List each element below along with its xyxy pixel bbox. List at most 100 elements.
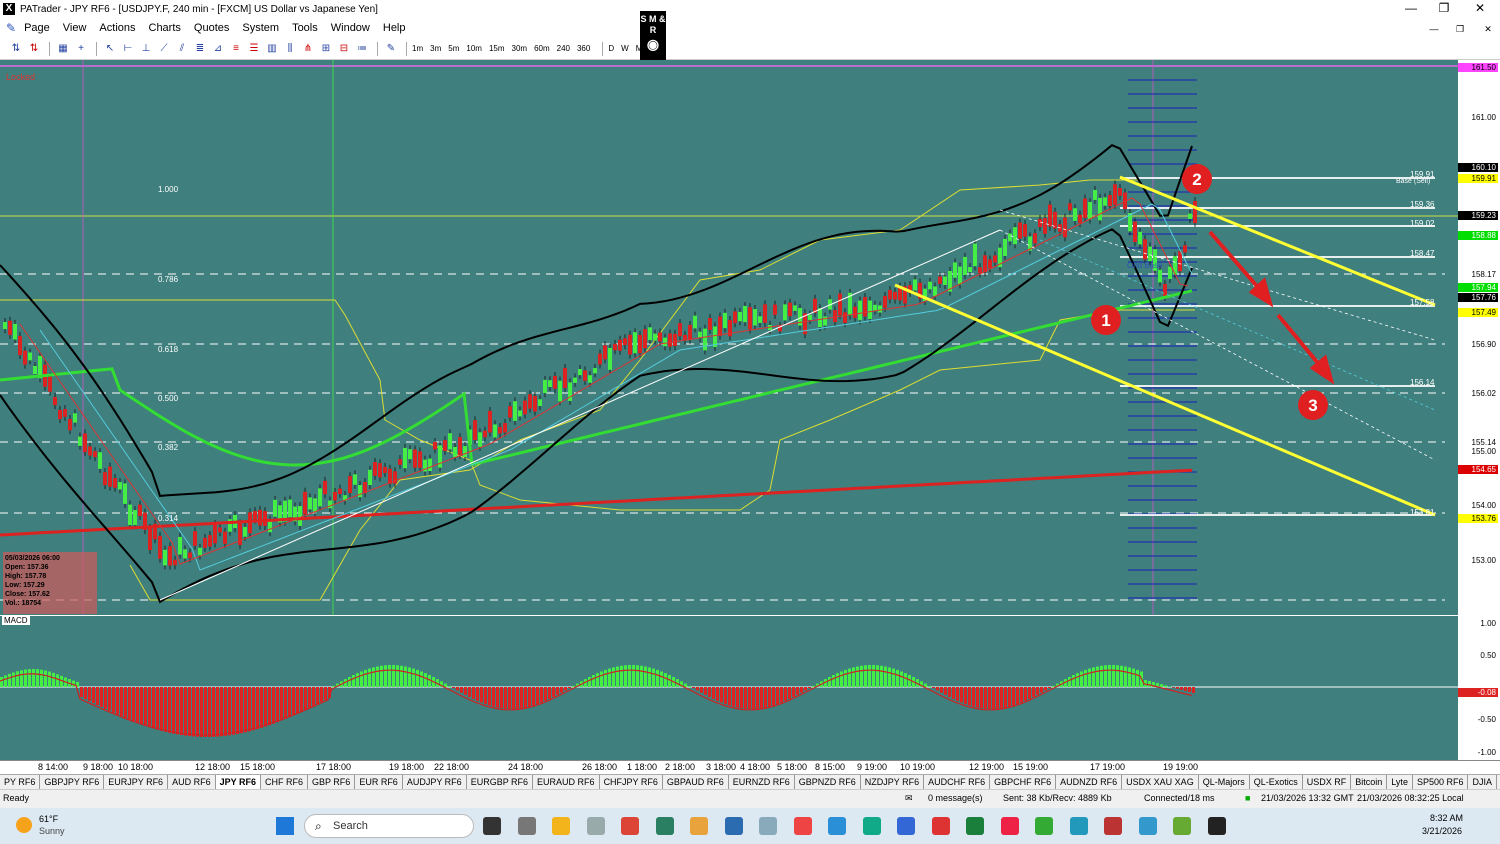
tf-w[interactable]: W [621, 44, 629, 53]
symbol-tab[interactable]: GBPAUD RF6 [663, 775, 729, 789]
menu-charts[interactable]: Charts [149, 22, 181, 34]
fib-levels-icon[interactable]: ≡ [228, 41, 244, 57]
app-icon[interactable] [1173, 817, 1191, 835]
symbol-tab[interactable]: CHFJPY RF6 [600, 775, 663, 789]
powerpoint-icon[interactable] [931, 817, 950, 835]
tf-360[interactable]: 360 [577, 44, 590, 53]
trendline-icon[interactable]: ⟋ [156, 41, 172, 57]
excel-icon[interactable] [966, 817, 984, 835]
symbol-tab[interactable]: GBPCHF RF6 [990, 775, 1057, 789]
symbol-tab[interactable]: EURNZD RF6 [729, 775, 795, 789]
crosshair-icon[interactable]: + [73, 41, 89, 57]
macd-pane[interactable]: MACD [0, 616, 1458, 760]
menu-tools[interactable]: Tools [292, 22, 318, 34]
pen-icon[interactable]: ✎ [383, 41, 399, 57]
mail-icon[interactable]: ✉ [905, 793, 913, 804]
smr-logo[interactable]: S M & R ◉ [640, 11, 666, 61]
tf-60m[interactable]: 60m [534, 44, 550, 53]
smr-icon[interactable] [1207, 817, 1226, 835]
symbol-tab[interactable]: DJIA [1468, 775, 1497, 789]
symbol-tab[interactable]: CHF RF6 [261, 775, 308, 789]
menu-quotes[interactable]: Quotes [194, 22, 229, 34]
symbol-tab[interactable]: QL-Exotics [1250, 775, 1303, 789]
patrader-icon[interactable] [655, 817, 674, 835]
app-icon[interactable] [828, 817, 846, 835]
symbol-tab[interactable]: QL-Majors [1199, 775, 1250, 789]
app-icon[interactable] [1104, 817, 1122, 835]
app-icon[interactable] [1035, 817, 1053, 835]
maximize-button[interactable]: ❐ [1428, 0, 1460, 18]
fib-fan-icon[interactable]: ⊿ [210, 41, 226, 57]
word-icon[interactable] [897, 817, 915, 835]
notepad-icon[interactable] [724, 817, 743, 835]
calculator-icon[interactable] [517, 817, 536, 835]
cursor-icon[interactable]: ↖ [102, 41, 118, 57]
menu-view[interactable]: View [63, 22, 87, 34]
file-explorer-icon[interactable] [552, 817, 570, 835]
hline-icon[interactable]: ⊢ [120, 41, 136, 57]
fib-ext-icon[interactable]: ☰ [246, 41, 262, 57]
search-box[interactable]: ⌕ Search [304, 814, 474, 838]
bars-icon[interactable]: ⫼ [282, 41, 298, 57]
symbol-tab[interactable]: AUDCHF RF6 [924, 775, 991, 789]
app-icon[interactable] [1000, 817, 1019, 835]
vline-icon[interactable]: ⊥ [138, 41, 154, 57]
app-icon[interactable] [586, 817, 605, 835]
windows-start-icon[interactable] [276, 817, 294, 835]
symbol-tab[interactable]: GBPJPY RF6 [40, 775, 105, 789]
menu-page[interactable]: Page [24, 22, 50, 34]
mdi-close-button[interactable]: ✕ [1476, 22, 1500, 36]
symbol-tab[interactable]: USDX RF [1303, 775, 1352, 789]
menu-help[interactable]: Help [383, 22, 406, 34]
symbol-tab[interactable]: EURGBP RF6 [467, 775, 534, 789]
price-chart[interactable]: 1 2 3 Locked 1.000 0.786 0.618 0.500 0.3… [0, 60, 1458, 615]
tf-240[interactable]: 240 [557, 44, 570, 53]
menu-window[interactable]: Window [331, 22, 370, 34]
chrome-icon[interactable] [621, 817, 639, 835]
telegram-icon[interactable] [1069, 817, 1088, 835]
tf-30m[interactable]: 30m [512, 44, 528, 53]
symbol-tab[interactable]: Bitcoin [1351, 775, 1388, 789]
app-icon[interactable] [793, 817, 812, 835]
price-axis[interactable]: 161.50 161.00 160.10 159.91 159.23 158.8… [1458, 60, 1500, 615]
regression-icon[interactable]: ⊞ [318, 41, 334, 57]
symbol-tab[interactable]: PY RF6 [0, 775, 41, 789]
fib-icon[interactable]: ≣ [192, 41, 208, 57]
menu-system[interactable]: System [242, 22, 279, 34]
macd-axis[interactable]: 1.00 0.50 -0.08 -0.50 -1.00 [1458, 616, 1500, 760]
pitchfork-icon[interactable]: ⋔ [300, 41, 316, 57]
symbol-tab[interactable]: GBP RF6 [308, 775, 356, 789]
menu-actions[interactable]: Actions [99, 22, 135, 34]
levels-icon[interactable]: ⊟ [336, 41, 352, 57]
symbol-tab[interactable]: SP500 RF6 [1413, 775, 1469, 789]
chart-icon[interactable]: ▦ [55, 41, 71, 57]
close-button[interactable]: ✕ [1464, 0, 1496, 18]
symbol-tab[interactable]: EURAUD RF6 [533, 775, 600, 789]
tf-1m[interactable]: 1m [412, 44, 423, 53]
mdi-restore-button[interactable]: ❐ [1448, 22, 1472, 36]
buy-arrows-icon[interactable]: ⇅ [8, 41, 24, 57]
mdi-minimize-button[interactable]: — [1422, 22, 1446, 36]
symbol-tab[interactable]: JPY RF6 [215, 775, 261, 789]
tf-10m[interactable]: 10m [466, 44, 482, 53]
app-icon[interactable] [690, 817, 708, 835]
tf-3m[interactable]: 3m [430, 44, 441, 53]
tf-5m[interactable]: 5m [448, 44, 459, 53]
sell-arrows-icon[interactable]: ⇅ [26, 41, 42, 57]
image-icon[interactable] [759, 817, 777, 835]
text-icon[interactable]: ≔ [354, 41, 370, 57]
symbol-tab[interactable]: EURJPY RF6 [104, 775, 169, 789]
symbol-tab[interactable]: GBPNZD RF6 [795, 775, 861, 789]
task-view-icon[interactable] [483, 817, 501, 835]
gann-icon[interactable]: ▥ [264, 41, 280, 57]
symbol-tab[interactable]: AUD RF6 [168, 775, 216, 789]
symbol-tab[interactable]: AUDJPY RF6 [403, 775, 467, 789]
app-icon[interactable] [862, 817, 881, 835]
tf-15m[interactable]: 15m [489, 44, 505, 53]
symbol-tab[interactable]: EUR RF6 [355, 775, 403, 789]
symbol-tab[interactable]: AUDNZD RF6 [1056, 775, 1123, 789]
tf-d[interactable]: D [608, 44, 614, 53]
channel-icon[interactable]: ⫽ [174, 41, 190, 57]
minimize-button[interactable]: — [1395, 0, 1427, 18]
symbol-tab[interactable]: USDX XAU XAG [1122, 775, 1199, 789]
